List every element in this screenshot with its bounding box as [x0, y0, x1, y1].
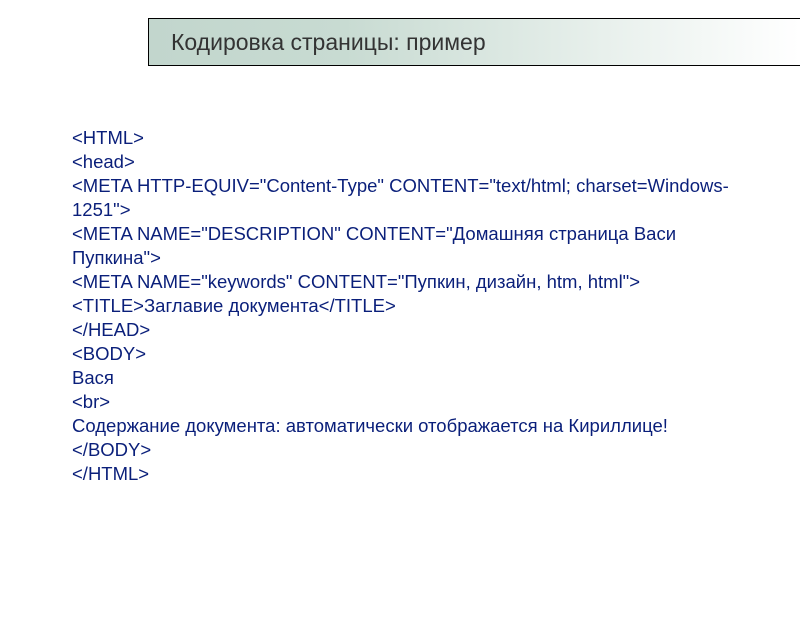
code-line: </BODY>	[72, 438, 752, 462]
code-line: <TITLE>Заглавие документа</TITLE>	[72, 294, 752, 318]
code-line: <BODY>	[72, 342, 752, 366]
code-line: Вася	[72, 366, 752, 390]
code-example-block: <HTML> <head> <META HTTP-EQUIV="Content-…	[72, 126, 752, 486]
code-line: </HEAD>	[72, 318, 752, 342]
code-line: <META HTTP-EQUIV="Content-Type" CONTENT=…	[72, 174, 752, 222]
slide-title: Кодировка страницы: пример	[171, 29, 486, 56]
code-line: <HTML>	[72, 126, 752, 150]
code-line: <br>	[72, 390, 752, 414]
slide-title-bar: Кодировка страницы: пример	[148, 18, 800, 66]
code-line: <META NAME="DESCRIPTION" CONTENT="Домашн…	[72, 222, 752, 270]
code-line: </HTML>	[72, 462, 752, 486]
code-line: Содержание документа: автоматически отоб…	[72, 414, 752, 438]
code-line: <head>	[72, 150, 752, 174]
code-line: <META NAME="keywords" CONTENT="Пупкин, д…	[72, 270, 752, 294]
